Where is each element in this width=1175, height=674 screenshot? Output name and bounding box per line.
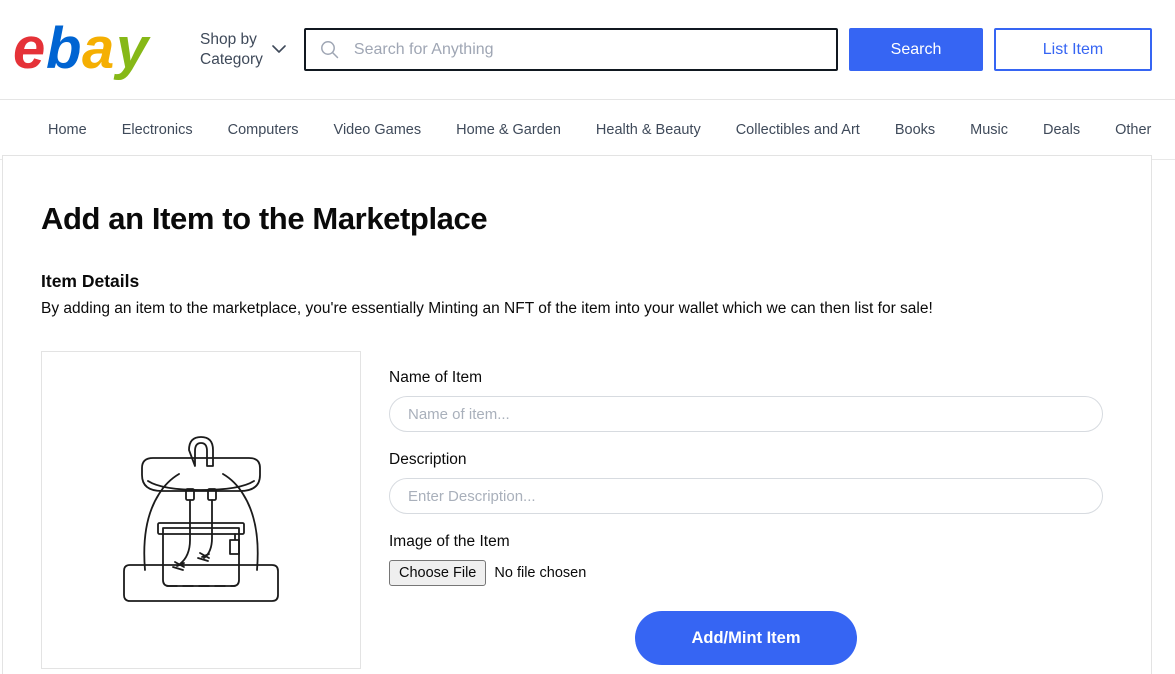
nav-item-health-beauty[interactable]: Health & Beauty bbox=[596, 122, 701, 138]
search-bar[interactable] bbox=[303, 28, 838, 71]
file-upload-row[interactable]: Choose File No file chosen bbox=[389, 560, 1104, 586]
nav-item-video-games[interactable]: Video Games bbox=[334, 122, 422, 138]
section-title: Item Details bbox=[41, 271, 140, 291]
svg-text:a: a bbox=[82, 16, 114, 81]
name-of-item-input[interactable] bbox=[389, 396, 1103, 432]
nav-item-deals[interactable]: Deals bbox=[1043, 122, 1080, 138]
search-icon bbox=[320, 41, 339, 59]
nav-item-collectibles-and-art[interactable]: Collectibles and Art bbox=[736, 122, 860, 138]
submit-row: Add/Mint Item bbox=[389, 611, 1103, 665]
image-of-item-label: Image of the Item bbox=[389, 533, 510, 550]
nav-item-home-garden[interactable]: Home & Garden bbox=[456, 122, 561, 138]
list-item-button[interactable]: List Item bbox=[994, 28, 1152, 71]
description-label: Description bbox=[389, 451, 467, 468]
svg-text:b: b bbox=[46, 16, 81, 81]
section-description: By adding an item to the marketplace, yo… bbox=[41, 300, 933, 317]
add-mint-item-button[interactable]: Add/Mint Item bbox=[635, 611, 857, 665]
svg-text:e: e bbox=[13, 16, 45, 81]
page-root: e b a y Shop by Category Search List Ite… bbox=[0, 0, 1175, 674]
item-form: Name of Item Description Image of the It… bbox=[389, 351, 1104, 669]
backpack-icon bbox=[123, 436, 279, 602]
name-of-item-label: Name of Item bbox=[389, 369, 483, 386]
nav-item-music[interactable]: Music bbox=[970, 122, 1008, 138]
nav-item-other[interactable]: Other bbox=[1115, 122, 1151, 138]
svg-text:y: y bbox=[113, 16, 151, 81]
ebay-logo[interactable]: e b a y bbox=[13, 16, 178, 84]
page-title: Add an Item to the Marketplace bbox=[41, 201, 488, 236]
nav-item-electronics[interactable]: Electronics bbox=[122, 122, 193, 138]
main-content-card: Add an Item to the Marketplace Item Deta… bbox=[2, 155, 1152, 674]
item-form-row: Name of Item Description Image of the It… bbox=[3, 318, 1151, 669]
description-input[interactable] bbox=[389, 478, 1103, 514]
search-button[interactable]: Search bbox=[849, 28, 983, 71]
shop-by-category-dropdown[interactable]: Shop by Category bbox=[200, 30, 286, 70]
shop-by-line-2: Category bbox=[200, 50, 263, 68]
item-image-preview bbox=[41, 351, 361, 669]
chevron-down-icon bbox=[272, 45, 286, 53]
nav-item-home[interactable]: Home bbox=[48, 122, 87, 138]
search-input[interactable] bbox=[351, 30, 822, 69]
file-chosen-status: No file chosen bbox=[494, 565, 587, 581]
nav-item-books[interactable]: Books bbox=[895, 122, 935, 138]
category-nav: Home Electronics Computers Video Games H… bbox=[0, 100, 1175, 160]
shop-by-line-1: Shop by bbox=[200, 30, 257, 48]
shop-by-category-label: Shop by Category bbox=[200, 30, 263, 70]
choose-file-button[interactable]: Choose File bbox=[389, 560, 487, 586]
site-header: e b a y Shop by Category Search List Ite… bbox=[0, 0, 1175, 100]
nav-item-computers[interactable]: Computers bbox=[228, 122, 299, 138]
